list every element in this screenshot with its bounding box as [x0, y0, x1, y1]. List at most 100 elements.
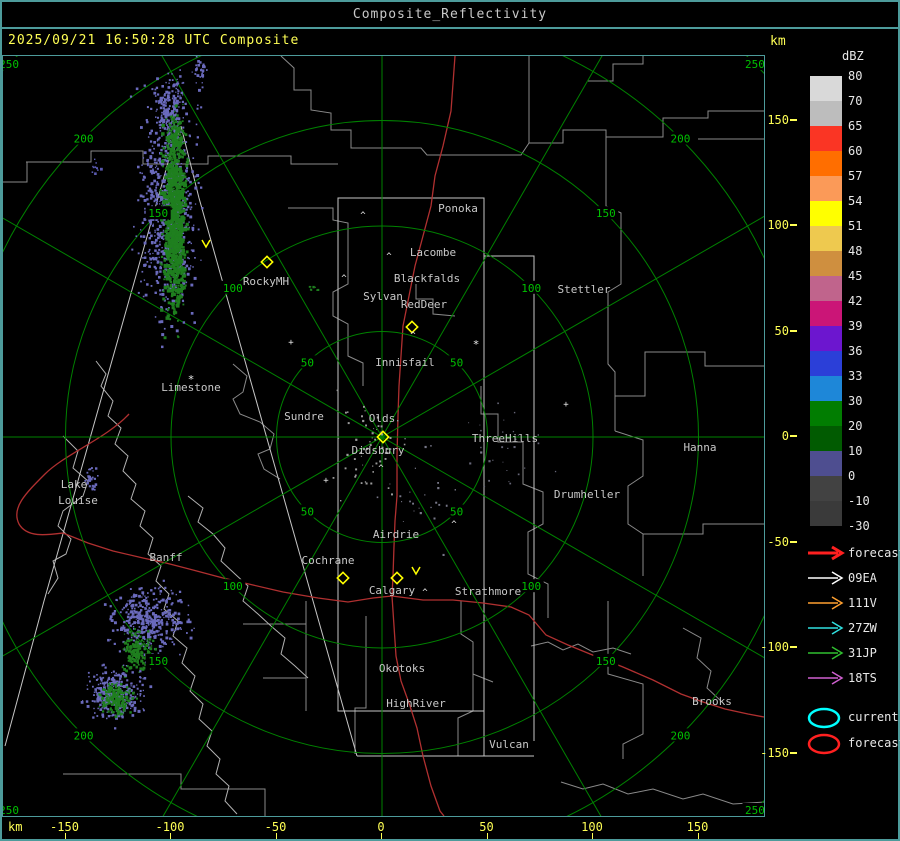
city-label-drumheller: Drumheller	[554, 488, 621, 501]
legend-label: forecast	[848, 546, 900, 560]
echo-cluster	[308, 285, 320, 291]
ellipse-icon	[807, 733, 841, 755]
city-label-rockymh: RockyMH	[243, 275, 289, 288]
caret-marker-icon: ^	[410, 331, 416, 341]
colorbar-title: dBZ	[842, 49, 864, 63]
legend-row-current-ellipse: current	[800, 706, 900, 729]
legend-panel: dBZ 80 70 65 60 57 54 51 48 45 42 39 36 33 30 20 10 0 -10…	[800, 29, 900, 839]
city-label-didsbury: Didsbury	[352, 444, 405, 457]
right-axis-tick-label: 150	[767, 112, 789, 127]
bottom-axis-tick-label: 150	[686, 820, 709, 834]
right-axis-tick	[790, 751, 797, 754]
city-label-cochrane: Cochrane	[302, 554, 355, 567]
ring-label-100: 100	[223, 282, 243, 295]
ring-label-200: 200	[74, 133, 94, 146]
asterisk-marker-icon: *	[473, 338, 480, 351]
ring-label-150: 150	[148, 655, 168, 668]
bottom-axis-tick	[381, 833, 382, 839]
vee-marker-icon	[411, 566, 421, 576]
caret-marker-icon: ^	[422, 588, 428, 598]
colorbar-tick-label: 80	[848, 69, 863, 83]
bottom-axis-tick	[170, 833, 171, 839]
bottom-axis-tick-label: -100	[155, 820, 185, 834]
right-axis-tick	[790, 435, 797, 437]
ring-label-100: 100	[521, 282, 541, 295]
legend-row-forecast: forecast	[800, 542, 900, 564]
vee-marker-icon	[201, 239, 211, 249]
colorbar-tick-label: 10	[848, 444, 863, 458]
bottom-axis-tick-label: 0	[377, 820, 385, 834]
city-label-sylvan: Sylvan	[363, 290, 403, 303]
ring-label-50: 50	[450, 356, 463, 369]
colorbar-box	[810, 301, 842, 326]
right-axis-tick	[790, 540, 797, 543]
colorbar-box	[810, 451, 842, 476]
asterisk-marker-icon: *	[188, 373, 195, 386]
city-label-innisfail: Innisfail	[375, 356, 435, 369]
bottom-axis-unit-label: km	[8, 820, 23, 834]
colorbar-box	[810, 401, 842, 426]
city-label-hanna: Hanna	[683, 441, 716, 454]
city-label-airdrie: Airdrie	[373, 528, 419, 541]
right-axis-tick	[790, 646, 797, 648]
plus-marker-icon: +	[563, 400, 569, 410]
legend-row-27ZW: 27ZW	[800, 617, 900, 639]
caret-marker-icon: ^	[451, 520, 457, 530]
bottom-axis-tick	[486, 833, 488, 839]
bottom-axis-tick-label: 100	[581, 820, 603, 834]
colorbar-tick-label: 48	[848, 244, 863, 258]
legend-row-18TS: 18TS	[800, 667, 900, 689]
legend-label: 31JP	[848, 646, 877, 660]
right-axis-tick	[790, 329, 797, 332]
right-axis-unit-label: km	[770, 34, 786, 49]
legend-label: 27ZW	[848, 621, 877, 635]
city-label-sundre: Sundre	[284, 410, 324, 423]
colorbar-tick-label: 33	[848, 369, 863, 383]
ring-label-200: 200	[670, 729, 690, 742]
ring-label-200: 200	[74, 729, 94, 742]
city-label-lacombe: Lacombe	[410, 246, 456, 259]
vector-arrow-icon	[808, 671, 844, 685]
ring-label-150: 150	[148, 207, 168, 220]
city-label-brooks: Brooks	[692, 695, 732, 708]
ring-label-50: 50	[301, 506, 314, 519]
right-axis-tick-label: 50	[774, 323, 789, 338]
city-label-highriver: HighRiver	[386, 697, 446, 710]
right-axis-tick-label: -100	[760, 640, 789, 654]
city-label-vulcan: Vulcan	[489, 738, 529, 751]
city-label-olds: Olds	[369, 412, 396, 425]
colorbar-tick-label: -30	[848, 519, 870, 533]
colorbar-tick-label: -10	[848, 494, 870, 508]
right-axis-tick-label: -150	[760, 745, 789, 760]
radar-application-window: { "header": { "title": "Composite_Reflec…	[0, 0, 900, 841]
radar-site-diamond-icon	[336, 571, 350, 585]
caret-marker-icon: ^	[341, 274, 347, 284]
radar-map[interactable]: 50 50 50 50 100 100 100 100 150 150 150 150 200 200 20…	[0, 0, 900, 841]
window-title: Composite_Reflectivity	[352, 7, 548, 22]
right-axis-tick-label: 100	[767, 218, 789, 232]
legend-row-09EA: 09EA	[800, 567, 900, 589]
colorbar-box	[810, 376, 842, 401]
ring-label-250: 250	[3, 58, 19, 71]
colorbar-box	[810, 276, 842, 301]
echo-cluster	[91, 158, 103, 175]
colorbar-box	[810, 476, 842, 501]
colorbar-box	[810, 501, 842, 526]
city-label-strathmore: Strathmore	[455, 585, 521, 598]
colorbar-tick-label: 30	[848, 394, 863, 408]
colorbar-tick-label: 57	[848, 169, 863, 183]
bottom-axis-tick	[64, 833, 66, 839]
ellipse-icon	[807, 707, 841, 729]
caret-marker-icon: ^	[378, 464, 384, 474]
vector-arrow-icon	[808, 545, 845, 561]
colorbar-tick-label: 42	[848, 294, 863, 308]
echo-cluster	[191, 53, 208, 92]
bottom-axis-tick	[592, 833, 593, 839]
coverage-outline	[4, 125, 535, 757]
colorbar-box	[810, 176, 842, 201]
colorbar-tick-label: 60	[848, 144, 863, 158]
caret-marker-icon: ^	[386, 252, 392, 262]
bottom-axis: km -150 -100 -50 0 50 100 150	[0, 816, 797, 839]
ring-label-50: 50	[301, 356, 314, 369]
radar-map-canvas[interactable]: 50 5050 50100 100100 100150 150150 150200 20020…	[0, 0, 900, 841]
